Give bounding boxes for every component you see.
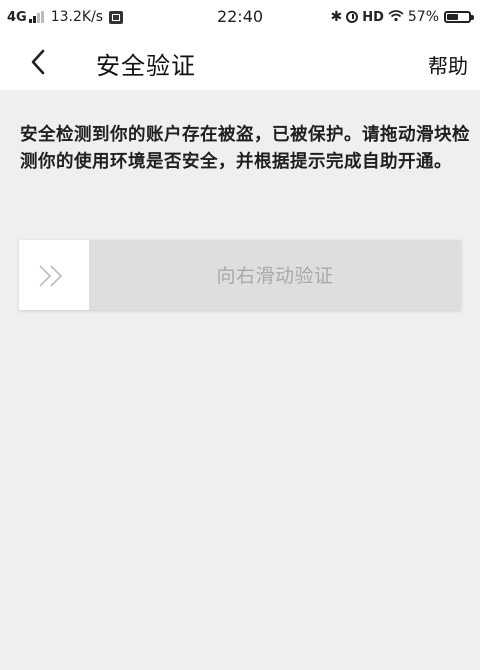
nav-bar: 安全验证 帮助 (0, 34, 480, 90)
slide-verify-track[interactable]: 向右滑动验证 (19, 240, 461, 310)
alarm-icon (346, 11, 359, 23)
back-arrow-icon[interactable] (26, 48, 54, 76)
status-right: ✱ HD 57% (330, 8, 474, 26)
hd-indicator: HD (362, 9, 384, 25)
main-content: 安全检测到你的账户存在被盗，已被保护。请拖动滑块检测你的使用环境是否安全，并根据… (0, 90, 480, 670)
wifi-icon (388, 9, 404, 26)
page-title: 安全验证 (96, 52, 196, 80)
bluetooth-icon: ✱ (330, 9, 343, 25)
help-button[interactable]: 帮助 (428, 50, 468, 79)
status-bar: 4G 13.2K/s 22:40 ✱ HD 57% (0, 0, 480, 34)
battery-icon (444, 11, 474, 23)
slide-verify-handle[interactable] (19, 240, 89, 310)
double-chevron-right-icon (39, 265, 63, 287)
security-notice: 安全检测到你的账户存在被盗，已被保护。请拖动滑块检测你的使用环境是否安全，并根据… (20, 125, 470, 172)
slide-verify-label: 向右滑动验证 (216, 265, 334, 287)
battery-percent: 57% (407, 9, 439, 25)
